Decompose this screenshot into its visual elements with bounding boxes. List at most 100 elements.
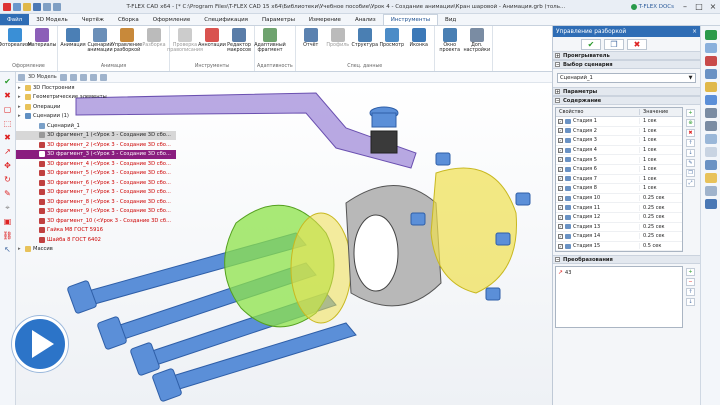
tab-6[interactable]: Параметры	[255, 14, 302, 25]
group-icon[interactable]: ▣	[2, 216, 13, 227]
stage-checkbox[interactable]: ✓	[558, 214, 563, 220]
select-icon[interactable]: ▢	[2, 104, 13, 115]
table-row[interactable]: ✓ Стадия 3 1 сек	[556, 136, 682, 146]
table-row[interactable]: ✓ Стадия 14 0.25 сек	[556, 232, 682, 242]
tree-item[interactable]: 3D фрагмент_1 (<Урок 3 - Создание 3D сбо…	[16, 130, 176, 140]
move-down-icon[interactable]: ↓	[686, 149, 695, 157]
stage-duration[interactable]: 1 сек	[640, 166, 657, 172]
tab-8[interactable]: Анализ	[348, 14, 383, 25]
stage-checkbox[interactable]: ✓	[558, 243, 563, 249]
stage-duration[interactable]: 1 сек	[640, 185, 657, 191]
tab-4[interactable]: Оформление	[146, 14, 198, 25]
tab-10[interactable]: Вид	[438, 14, 463, 25]
delete-icon[interactable]: ✖	[2, 132, 13, 143]
expand-arrow-icon[interactable]: ▸	[18, 85, 23, 91]
table-row[interactable]: ✓ Стадия 8 1 сек	[556, 184, 682, 194]
stage-duration[interactable]: 1 сек	[640, 176, 657, 182]
ribbon-button-4-3[interactable]: Просмотр	[379, 28, 405, 63]
ribbon-button-3-0[interactable]: Адаптивный фрагмент	[254, 28, 286, 63]
cancel-button[interactable]: ✖	[627, 38, 647, 50]
stage-duration[interactable]: 1 сек	[640, 137, 657, 143]
tab-1[interactable]: 3D Модель	[29, 14, 75, 25]
copy-button[interactable]: ❐	[604, 38, 624, 50]
search-icon[interactable]	[99, 73, 107, 81]
tree-item[interactable]: 3D фрагмент_6 (<Урок 3 - Создание 3D сбо…	[16, 178, 176, 188]
remove-transform-icon[interactable]: −	[686, 278, 695, 287]
pan-icon[interactable]	[704, 108, 717, 118]
tree-item[interactable]: 3D фрагмент_8 (<Урок 3 - Создание 3D сбо…	[16, 197, 176, 207]
transform-up-icon[interactable]: ↑	[686, 288, 695, 297]
table-row[interactable]: ✓ Стадия 7 1 сек	[556, 175, 682, 185]
table-row[interactable]: ✓ Стадия 6 1 сек	[556, 165, 682, 175]
tree-item[interactable]: Гайка М8 ГОСТ 5916	[16, 226, 176, 236]
ribbon-button-2-2[interactable]: Редактор макросов	[226, 28, 252, 63]
move-icon[interactable]: ✥	[2, 160, 13, 171]
grid-icon[interactable]	[704, 186, 717, 196]
ribbon-button-1-2[interactable]: Управление разборкой	[112, 28, 142, 63]
expand-arrow-icon[interactable]: ▸	[18, 113, 23, 119]
table-row[interactable]: ✓ Стадия 4 1 сек	[556, 146, 682, 156]
tree-item[interactable]: Шайба 8 ГОСТ 6402	[16, 235, 176, 245]
docs-logo-icon[interactable]	[704, 30, 717, 40]
add-substage-icon[interactable]: ⊕	[686, 119, 695, 127]
stage-checkbox[interactable]: ✓	[558, 195, 563, 201]
transforms-list[interactable]: ↗ 43	[555, 266, 683, 329]
home-view-icon[interactable]	[704, 199, 717, 209]
tree-item[interactable]: ▸ Массив	[16, 245, 176, 255]
close-window-button[interactable]: ×	[706, 0, 720, 14]
open-file-icon[interactable]	[23, 2, 31, 11]
tree-item[interactable]: ▸ 3D Построения	[16, 83, 176, 93]
view-cube-icon[interactable]	[704, 43, 717, 53]
ribbon-button-0-0[interactable]: Фотореализм	[0, 28, 32, 63]
ribbon-button-2-1[interactable]: Аннотации	[198, 28, 226, 63]
tab-2[interactable]: Чертёж	[75, 14, 111, 25]
pointer-icon[interactable]: ↖	[2, 244, 13, 255]
section-content[interactable]: − Содержание	[553, 96, 700, 105]
section-scenario[interactable]: − Выбор сценария	[553, 60, 700, 69]
ribbon-button-2-0[interactable]: Проверка правописания	[167, 28, 203, 63]
model-tree[interactable]: ▸ 3D Построения ▸ Геометрические элементы ▸ О…	[16, 83, 176, 254]
stage-checkbox[interactable]: ✓	[558, 157, 563, 163]
zoom-icon[interactable]	[704, 95, 717, 105]
measure-icon[interactable]	[704, 69, 717, 79]
ribbon-button-1-1[interactable]: Сценарий анимации	[87, 28, 113, 63]
stage-duration[interactable]: 1 сек	[640, 147, 657, 153]
stage-checkbox[interactable]: ✓	[558, 233, 563, 239]
ribbon-button-4-2[interactable]: Структура	[351, 28, 378, 63]
section-params[interactable]: + Параметры	[553, 87, 700, 96]
stage-duration[interactable]: 1 сек	[640, 118, 657, 124]
cube-icon[interactable]: ⬚	[2, 118, 13, 129]
tab-9[interactable]: Инструменты	[382, 14, 439, 25]
stage-duration[interactable]: 0.5 сек	[640, 243, 661, 249]
expand-arrow-icon[interactable]: ▸	[18, 246, 23, 252]
add-transform-icon[interactable]: +	[686, 268, 695, 277]
scenario-select[interactable]: Сценарий_1 ▼	[557, 73, 696, 83]
stage-checkbox[interactable]: ✓	[558, 137, 563, 143]
stage-checkbox[interactable]: ✓	[558, 166, 563, 172]
delete-stage-icon[interactable]: ✖	[686, 129, 695, 137]
add-stage-icon[interactable]: +	[686, 109, 695, 117]
stage-checkbox[interactable]: ✓	[558, 118, 563, 124]
stage-checkbox[interactable]: ✓	[558, 176, 563, 182]
move-up-icon[interactable]: ↑	[686, 139, 695, 147]
light-icon[interactable]	[704, 173, 717, 183]
stage-duration[interactable]: 0.25 сек	[640, 224, 665, 230]
tree-item[interactable]: 3D фрагмент_4 (<Урок 3 - Создание 3D сбо…	[16, 159, 176, 169]
tree-item[interactable]: Сценарий_1	[16, 121, 176, 131]
tree-item[interactable]: 3D фрагмент_3 (<Урок 3 - Создание 3D сбо…	[16, 149, 176, 159]
ok-button[interactable]: ✔	[581, 38, 601, 50]
tab-0[interactable]: Файл	[0, 14, 30, 25]
stage-checkbox[interactable]: ✓	[558, 224, 563, 230]
stage-duration[interactable]: 0.25 сек	[640, 205, 665, 211]
edit-stage-icon[interactable]: ✎	[686, 159, 695, 167]
ribbon-button-4-0[interactable]: Отчёт	[298, 28, 324, 63]
stage-duration[interactable]: 1 сек	[640, 128, 657, 134]
table-row[interactable]: ✓ Стадия 15 0.5 сек	[556, 242, 682, 252]
new-file-icon[interactable]	[13, 2, 21, 11]
expand-arrow-icon[interactable]: ▸	[18, 94, 23, 100]
tree-item[interactable]: 3D фрагмент_2 (<Урок 3 - Создание 3D сбо…	[16, 140, 176, 150]
table-row[interactable]: ✓ Стадия 2 1 сек	[556, 127, 682, 137]
stage-checkbox[interactable]: ✓	[558, 205, 563, 211]
minimize-button[interactable]: –	[678, 0, 692, 14]
settings-icon[interactable]	[89, 73, 97, 81]
